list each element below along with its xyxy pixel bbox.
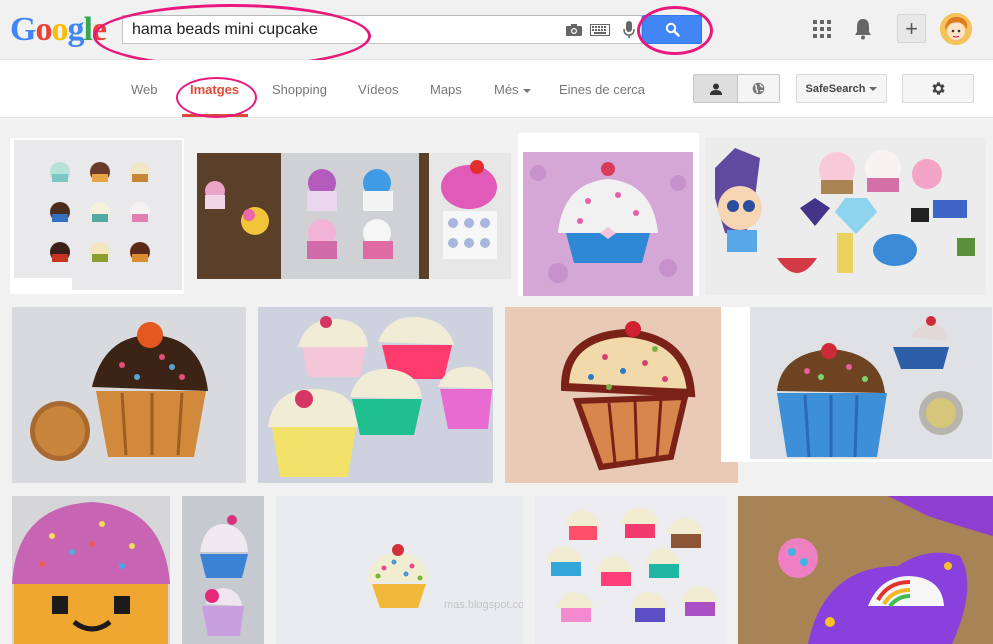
tab-imatges[interactable]: Imatges <box>190 82 239 97</box>
camera-icon[interactable] <box>564 21 584 39</box>
search-box <box>122 15 642 44</box>
tab-mes-label: Més <box>494 82 519 97</box>
dropdown-arrow-icon <box>522 88 531 93</box>
keyboard-icon[interactable] <box>590 21 610 39</box>
tab-maps[interactable]: Maps <box>430 82 462 97</box>
active-tab-indicator <box>182 114 248 117</box>
tab-shopping[interactable]: Shopping <box>272 82 327 97</box>
image-watermark: mas.blogspot.com <box>444 599 523 611</box>
dropdown-arrow-icon <box>869 86 878 91</box>
search-icon <box>665 22 680 37</box>
avatar[interactable] <box>940 13 972 45</box>
image-result[interactable] <box>258 307 493 483</box>
image-result[interactable] <box>738 496 993 644</box>
tab-videos[interactable]: Vídeos <box>358 82 398 97</box>
search-button[interactable] <box>642 15 702 44</box>
image-result[interactable] <box>535 496 726 644</box>
image-result[interactable] <box>721 307 992 462</box>
image-result[interactable] <box>505 307 738 483</box>
plus-icon: + <box>905 15 918 41</box>
image-result[interactable] <box>518 133 699 296</box>
logo-letter: l <box>83 11 93 48</box>
search-input[interactable] <box>132 21 552 39</box>
share-plus-button[interactable]: + <box>897 14 926 43</box>
logo-letter: e <box>91 11 107 48</box>
image-result[interactable] <box>10 138 184 294</box>
image-result[interactable] <box>12 307 246 483</box>
tab-mes[interactable]: Més <box>494 82 531 97</box>
global-results-toggle[interactable] <box>737 74 780 103</box>
notifications-bell-icon[interactable] <box>853 18 873 40</box>
globe-icon <box>752 82 765 95</box>
tab-eines-de-cerca[interactable]: Eines de cerca <box>559 82 645 97</box>
google-logo[interactable]: Google <box>10 11 107 48</box>
image-result[interactable] <box>12 496 170 644</box>
image-result[interactable] <box>705 138 986 295</box>
apps-grid-icon[interactable] <box>813 20 831 38</box>
settings-button[interactable] <box>902 74 974 103</box>
safesearch-label: SafeSearch <box>805 82 866 95</box>
image-result[interactable] <box>182 496 264 644</box>
gear-icon <box>931 82 945 95</box>
google-image-search-page: Google + <box>0 0 993 644</box>
tab-web[interactable]: Web <box>131 82 158 97</box>
safesearch-dropdown[interactable]: SafeSearch <box>796 74 887 103</box>
logo-letter: G <box>10 11 36 48</box>
microphone-icon[interactable] <box>619 21 639 39</box>
person-icon <box>709 83 722 95</box>
image-result[interactable]: mas.blogspot.com <box>276 496 523 644</box>
image-result[interactable] <box>197 153 511 279</box>
logo-letter: g <box>67 11 84 48</box>
logo-letter: o <box>35 11 52 48</box>
top-bar: Google + <box>0 0 993 68</box>
personal-results-toggle[interactable] <box>693 74 738 103</box>
logo-letter: o <box>51 11 68 48</box>
